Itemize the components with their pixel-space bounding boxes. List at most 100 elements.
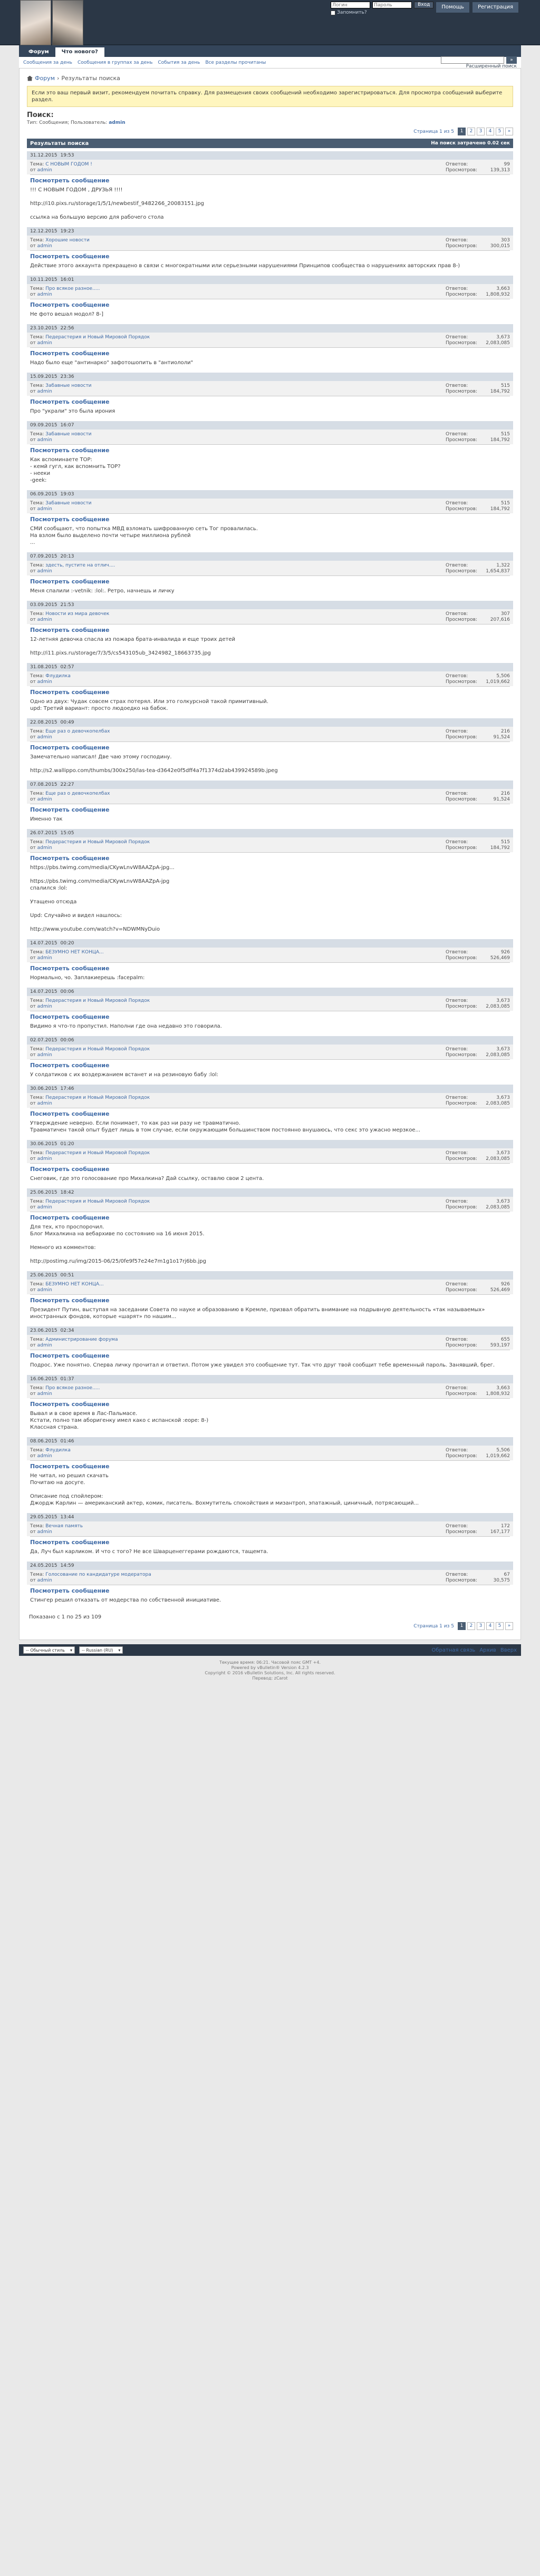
topic-link[interactable]: Педерастерия и Новый Мировой Порядок <box>45 1047 150 1052</box>
page-link-1[interactable]: 1 <box>458 128 466 135</box>
author-link[interactable]: admin <box>37 1004 52 1009</box>
topic-link[interactable]: Педерастерия и Новый Мировой Порядок <box>45 1150 150 1156</box>
page-link-2[interactable]: 2 <box>467 128 475 135</box>
view-post-link[interactable]: Посмотреть сообщение <box>27 1011 513 1022</box>
search-button[interactable]: » <box>506 56 517 64</box>
help-button[interactable]: Помощь <box>436 2 470 13</box>
topic-link[interactable]: Еще раз о девочкопелбах <box>45 791 110 796</box>
view-post-link[interactable]: Посмотреть сообщение <box>27 514 513 524</box>
view-post-link[interactable]: Посмотреть сообщение <box>27 396 513 407</box>
topic-link[interactable]: Новости из мира девочек <box>45 611 109 617</box>
topic-link[interactable]: Про всякое разное..... <box>45 286 100 291</box>
advanced-search-link[interactable]: Расширенный поиск <box>466 64 517 69</box>
topic-link[interactable]: Педерастерия и Новый Мировой Порядок <box>45 1095 150 1100</box>
topic-link[interactable]: Педерастерия и Новый Мировой Порядок <box>45 335 150 340</box>
topic-link[interactable]: Голосование по кандидатуре модератора <box>45 1572 151 1577</box>
topic-link[interactable]: Педерастерия и Новый Мировой Порядок <box>45 840 150 845</box>
login-button[interactable]: Вход <box>414 2 434 8</box>
author-link[interactable]: admin <box>37 243 52 249</box>
view-post-link[interactable]: Посмотреть сообщение <box>27 1537 513 1547</box>
author-link[interactable]: admin <box>37 955 52 961</box>
view-post-link[interactable]: Посмотреть сообщение <box>27 963 513 973</box>
tab-forum[interactable]: Форум <box>22 47 55 57</box>
topic-link[interactable]: Педерастерия и Новый Мировой Порядок <box>45 998 150 1003</box>
view-post-link[interactable]: Посмотреть сообщение <box>27 1164 513 1174</box>
footer-link-top[interactable]: Вверх <box>500 1647 517 1653</box>
author-link[interactable]: admin <box>37 569 52 574</box>
pagination-label[interactable]: Страница 1 из 5 <box>413 1624 454 1629</box>
view-post-link[interactable]: Посмотреть сообщение <box>27 175 513 186</box>
author-link[interactable]: admin <box>37 389 52 394</box>
page-link-3[interactable]: 3 <box>477 128 485 135</box>
subtitle-user-link[interactable]: admin <box>109 120 125 125</box>
link-posts-today[interactable]: Сообщения за день <box>23 60 72 65</box>
page-next-button[interactable]: » <box>505 128 513 135</box>
link-group-posts-today[interactable]: Сообщения в группах за день <box>78 60 152 65</box>
page-link-1[interactable]: 1 <box>458 1622 466 1630</box>
password-input[interactable] <box>372 2 412 8</box>
page-next-button[interactable]: » <box>505 1622 513 1630</box>
username-input[interactable] <box>331 2 371 8</box>
footer-link-archive[interactable]: Архив <box>479 1647 496 1653</box>
author-link[interactable]: admin <box>37 1052 52 1058</box>
author-link[interactable]: admin <box>37 1578 52 1583</box>
breadcrumb-forum[interactable]: Форум <box>35 75 55 82</box>
view-post-link[interactable]: Посмотреть сообщение <box>27 1350 513 1361</box>
topic-link[interactable]: Флудилка <box>45 1448 71 1453</box>
remember-me-checkbox[interactable]: Запомнить? <box>331 10 433 15</box>
page-link-3[interactable]: 3 <box>477 1622 485 1630</box>
search-input[interactable] <box>441 56 504 64</box>
view-post-link[interactable]: Посмотреть сообщение <box>27 1295 513 1305</box>
tab-whats-new[interactable]: Что нового? <box>55 47 104 57</box>
author-link[interactable]: admin <box>37 506 52 512</box>
link-events-today[interactable]: События за день <box>158 60 200 65</box>
topic-link[interactable]: Забавные новости <box>45 432 91 437</box>
view-post-link[interactable]: Посмотреть сообщение <box>27 742 513 753</box>
view-post-link[interactable]: Посмотреть сообщение <box>27 853 513 863</box>
page-link-4[interactable]: 4 <box>486 1622 494 1630</box>
topic-link[interactable]: Про всякое разное..... <box>45 1385 100 1391</box>
view-post-link[interactable]: Посмотреть сообщение <box>27 625 513 635</box>
topic-link[interactable]: Педерастерия и Новый Мировой Порядок <box>45 1199 150 1204</box>
site-logo[interactable] <box>20 0 83 45</box>
page-link-5[interactable]: 5 <box>496 128 504 135</box>
topic-link[interactable]: БЕЗУМНО НЕТ КОНЦА... <box>45 1282 103 1287</box>
author-link[interactable]: admin <box>37 168 52 173</box>
author-link[interactable]: admin <box>37 1156 52 1162</box>
view-post-link[interactable]: Посмотреть сообщение <box>27 687 513 697</box>
view-post-link[interactable]: Посмотреть сообщение <box>27 1585 513 1596</box>
topic-link[interactable]: Флудилка <box>45 674 71 679</box>
author-link[interactable]: admin <box>37 1343 52 1348</box>
author-link[interactable]: admin <box>37 735 52 740</box>
topic-link[interactable]: С НОВЫМ ГОДОМ ! <box>45 162 92 167</box>
topic-link[interactable]: БЕЗУМНО НЕТ КОНЦА... <box>45 950 103 955</box>
checkbox-icon[interactable] <box>331 10 336 15</box>
language-select[interactable]: -- Russian (RU) ▾ <box>79 1646 123 1654</box>
view-post-link[interactable]: Посмотреть сообщение <box>27 1212 513 1223</box>
page-link-2[interactable]: 2 <box>467 1622 475 1630</box>
topic-link[interactable]: здесть, пустите на отлич.... <box>45 563 115 568</box>
topic-link[interactable]: Хорошие новости <box>45 238 90 243</box>
topic-link[interactable]: Вечная память <box>45 1524 83 1529</box>
page-link-4[interactable]: 4 <box>486 128 494 135</box>
view-post-link[interactable]: Посмотреть сообщение <box>27 1461 513 1471</box>
author-link[interactable]: admin <box>37 797 52 802</box>
author-link[interactable]: admin <box>37 437 52 443</box>
view-post-link[interactable]: Посмотреть сообщение <box>27 1060 513 1070</box>
view-post-link[interactable]: Посмотреть сообщение <box>27 348 513 358</box>
register-button[interactable]: Регистрация <box>471 2 519 13</box>
author-link[interactable]: admin <box>37 1529 52 1535</box>
topic-link[interactable]: Еще раз о девочкопелбах <box>45 729 110 734</box>
style-select[interactable]: -- Обычный стиль ▾ <box>23 1646 75 1654</box>
view-post-link[interactable]: Посмотреть сообщение <box>27 445 513 455</box>
home-icon[interactable] <box>27 75 33 81</box>
author-link[interactable]: admin <box>37 1391 52 1397</box>
author-link[interactable]: admin <box>37 679 52 685</box>
author-link[interactable]: admin <box>37 845 52 851</box>
author-link[interactable]: admin <box>37 1205 52 1210</box>
view-post-link[interactable]: Посмотреть сообщение <box>27 1399 513 1409</box>
view-post-link[interactable]: Посмотреть сообщение <box>27 576 513 587</box>
topic-link[interactable]: Забавные новости <box>45 383 91 388</box>
view-post-link[interactable]: Посмотреть сообщение <box>27 251 513 261</box>
view-post-link[interactable]: Посмотреть сообщение <box>27 299 513 310</box>
